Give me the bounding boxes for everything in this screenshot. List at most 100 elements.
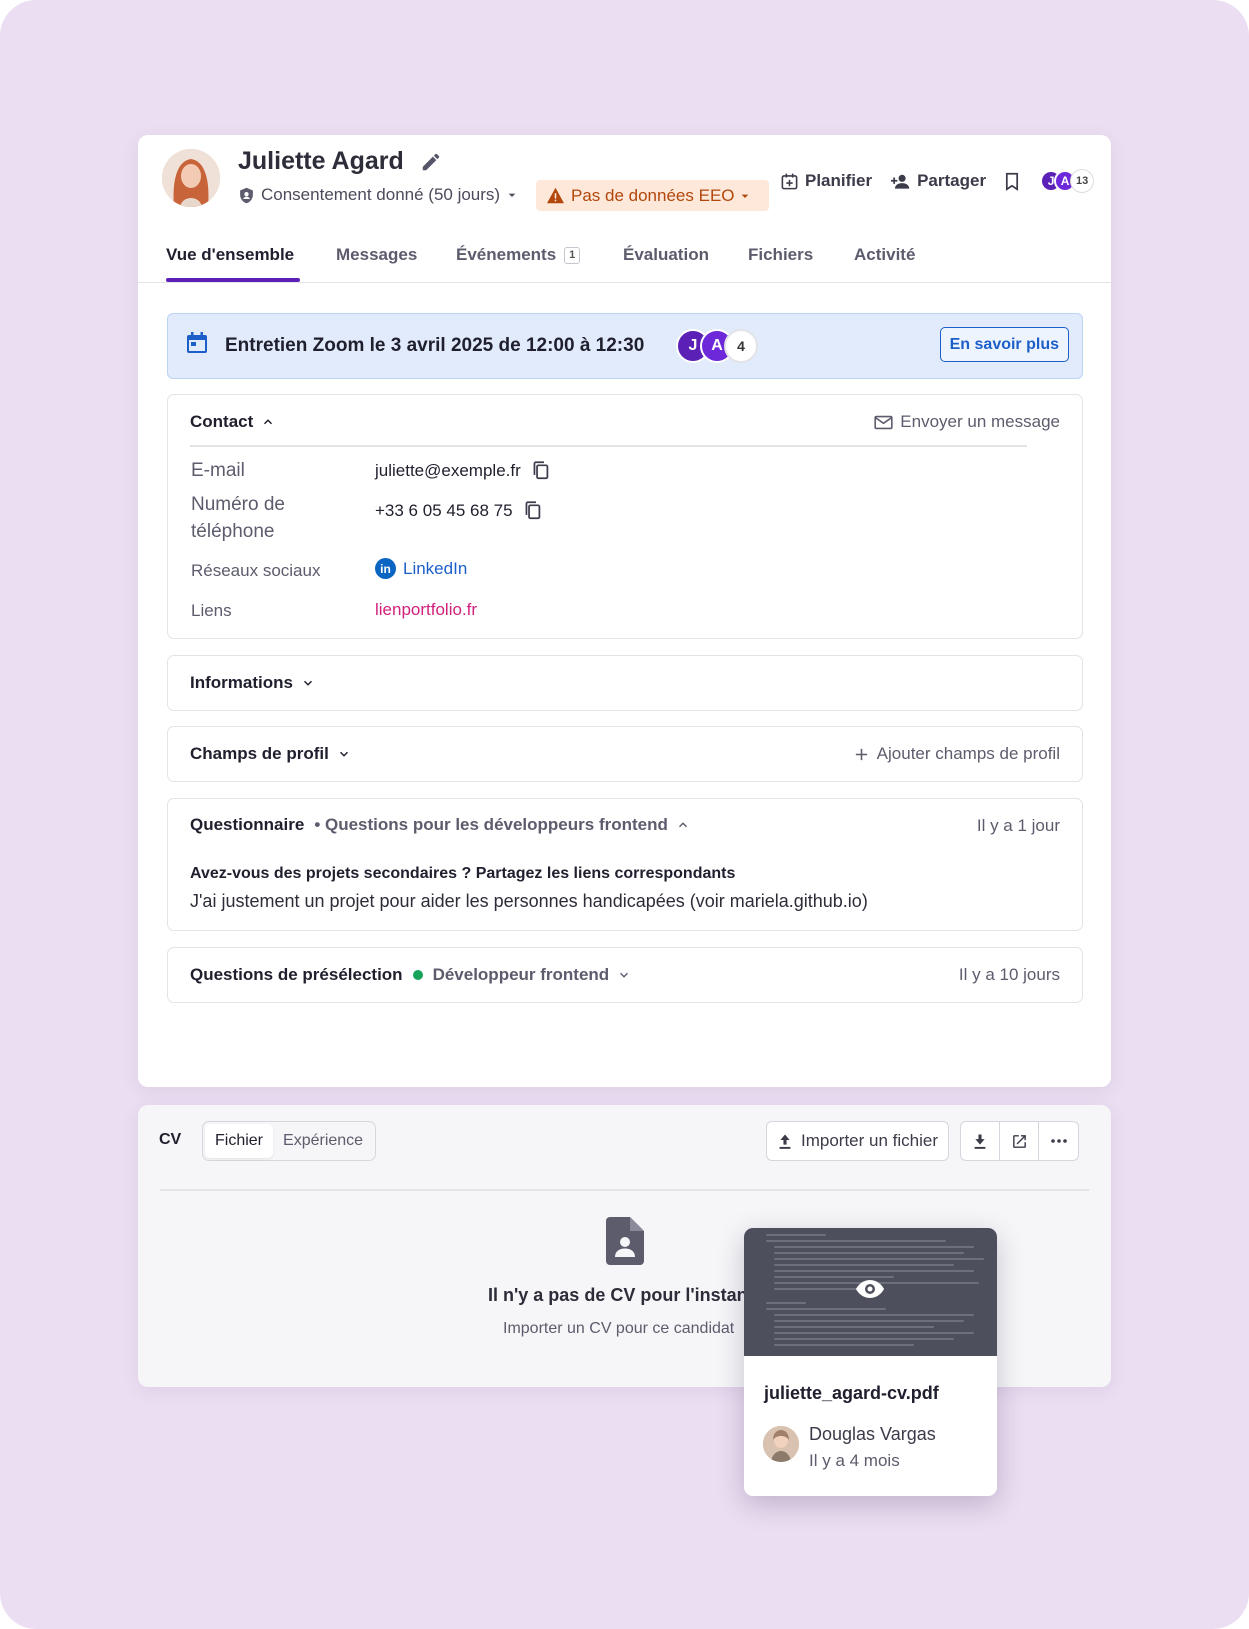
caret-down-icon [741, 194, 748, 198]
events-count-badge: 1 [564, 246, 581, 264]
warning-icon [547, 187, 564, 204]
chevron-up-icon [264, 419, 273, 425]
screening-section: Questions de présélection Développeur fr… [167, 947, 1083, 1003]
screening-time: Il y a 10 jours [958, 965, 1060, 984]
section-title: Questions de présélection [190, 965, 403, 984]
download-button[interactable] [961, 1122, 1000, 1160]
upload-time: Il y a 4 mois [809, 1451, 900, 1470]
add-profile-fields-button[interactable]: Ajouter champs de profil [854, 744, 1060, 764]
tab-experience[interactable]: Expérience [273, 1124, 373, 1158]
screening-toggle[interactable]: Questions de présélection Développeur fr… [190, 965, 631, 985]
consent-label: Consentement donné (50 jours) [261, 185, 501, 204]
empty-state-subtitle: Importer un CV pour ce candidat [503, 1320, 735, 1337]
profile-fields-toggle[interactable]: Champs de profil [190, 744, 351, 764]
bookmark-button[interactable] [1004, 172, 1026, 191]
cv-view-toggle: Fichier Expérience [202, 1121, 377, 1161]
copy-email-icon[interactable] [531, 460, 550, 481]
chevron-up-icon [678, 822, 687, 828]
eeo-dropdown[interactable]: Pas de données EEO [536, 180, 769, 211]
attendee-count: 4 [724, 329, 758, 363]
candidate-name: Juliette Agard [238, 147, 404, 175]
cv-thumbnail[interactable] [744, 1228, 997, 1356]
chevron-down-icon [620, 972, 629, 978]
interview-title: Entretien Zoom le 3 avril 2025 de 12:00 … [225, 335, 645, 356]
contact-section: Contact Envoyer un message E-mail juliet… [167, 394, 1083, 639]
upload-icon [779, 1134, 791, 1149]
tab-label: Évaluation [623, 245, 709, 264]
schedule-label: Planifier [805, 171, 873, 190]
email-value-row: juliette@exemple.fr [375, 460, 550, 481]
calendar-add-icon [781, 173, 798, 189]
phone-value-row: +33 6 05 45 68 75 [375, 500, 542, 521]
questionnaire-subtitle: • Questions pour les développeurs fronte… [314, 815, 668, 834]
edit-name-icon[interactable] [420, 151, 442, 173]
profile-fields-section: Champs de profil Ajouter champs de profi… [167, 726, 1083, 782]
chevron-down-icon [339, 751, 348, 757]
email-label: E-mail [191, 460, 245, 481]
send-message-button[interactable]: Envoyer un message [874, 412, 1060, 432]
send-message-label: Envoyer un message [900, 412, 1060, 431]
phone-label: Numéro de [191, 494, 285, 515]
header-actions: Planifier Partager J A 13 [780, 169, 1095, 193]
social-label: Réseaux sociaux [191, 561, 321, 580]
phone-label-line2: téléphone [191, 521, 275, 542]
schedule-button[interactable]: Planifier [780, 171, 872, 191]
shield-icon [240, 187, 253, 203]
eye-icon [855, 1278, 885, 1305]
tab-activity[interactable]: Activité [854, 245, 915, 265]
cv-icon-actions [960, 1121, 1079, 1161]
active-tab-indicator [166, 278, 300, 282]
links-label: Liens [191, 601, 232, 620]
uploader-name: Douglas Vargas [809, 1424, 936, 1444]
informations-toggle[interactable]: Informations [190, 673, 315, 693]
share-button[interactable]: Partager [890, 171, 986, 191]
tab-events[interactable]: Événements 1 [456, 245, 581, 265]
bookmark-icon [1006, 172, 1019, 191]
contact-toggle[interactable]: Contact [190, 412, 275, 432]
cv-preview-card[interactable]: juliette_agard-cv.pdf Douglas Vargas Il … [744, 1228, 997, 1496]
status-dot [412, 970, 423, 980]
section-title: Contact [190, 412, 254, 431]
download-icon [974, 1134, 986, 1149]
copy-phone-icon[interactable] [523, 500, 542, 521]
document-person-icon [606, 1217, 644, 1270]
linkedin-icon: in [375, 558, 396, 579]
divider [160, 1189, 1089, 1191]
tab-messages[interactable]: Messages [336, 245, 417, 265]
uploader-avatar [763, 1426, 799, 1462]
tab-label: Vue d'ensemble [166, 245, 295, 264]
plus-icon [855, 748, 867, 760]
questionnaire-section: Questionnaire • Questions pour les dével… [167, 798, 1083, 931]
calendar-icon [185, 331, 209, 360]
tab-evaluation[interactable]: Évaluation [623, 245, 709, 265]
tab-files[interactable]: Fichiers [748, 245, 813, 265]
answer-text: J'ai justement un projet pour aider les … [190, 891, 868, 911]
questionnaire-toggle[interactable]: Questionnaire • Questions pour les dével… [190, 815, 690, 835]
consent-dropdown[interactable]: Consentement donné (50 jours) [238, 185, 526, 205]
person-add-icon [891, 174, 910, 189]
tab-label: Activité [854, 245, 916, 264]
import-file-button[interactable]: Importer un fichier [766, 1121, 949, 1161]
question-text: Avez-vous des projets secondaires ? Part… [190, 865, 736, 882]
interview-attendees[interactable]: J A 4 [676, 329, 758, 363]
learn-more-button[interactable]: En savoir plus [939, 327, 1069, 362]
tab-overview[interactable]: Vue d'ensemble [166, 245, 294, 265]
chevron-down-icon [303, 680, 312, 686]
open-external-button[interactable] [1000, 1122, 1039, 1160]
section-title: Champs de profil [190, 744, 329, 763]
watchers-avatars[interactable]: J A 13 [1040, 169, 1095, 193]
portfolio-link[interactable]: lienportfolio.fr [375, 600, 477, 620]
add-profile-fields-label: Ajouter champs de profil [876, 744, 1060, 763]
more-options-button[interactable] [1039, 1122, 1078, 1160]
tab-label: Fichiers [748, 245, 814, 264]
preview-filename: juliette_agard-cv.pdf [764, 1383, 939, 1403]
phone-value: +33 6 05 45 68 75 [375, 500, 513, 520]
cv-label: CV [159, 1131, 182, 1148]
tab-file[interactable]: Fichier [205, 1124, 274, 1158]
divider [190, 445, 1027, 447]
linkedin-link[interactable]: in LinkedIn [375, 558, 467, 579]
eeo-label: Pas de données EEO [571, 185, 735, 205]
more-icon [1050, 1139, 1067, 1143]
linkedin-label: LinkedIn [403, 558, 468, 578]
email-value: juliette@exemple.fr [375, 460, 521, 480]
